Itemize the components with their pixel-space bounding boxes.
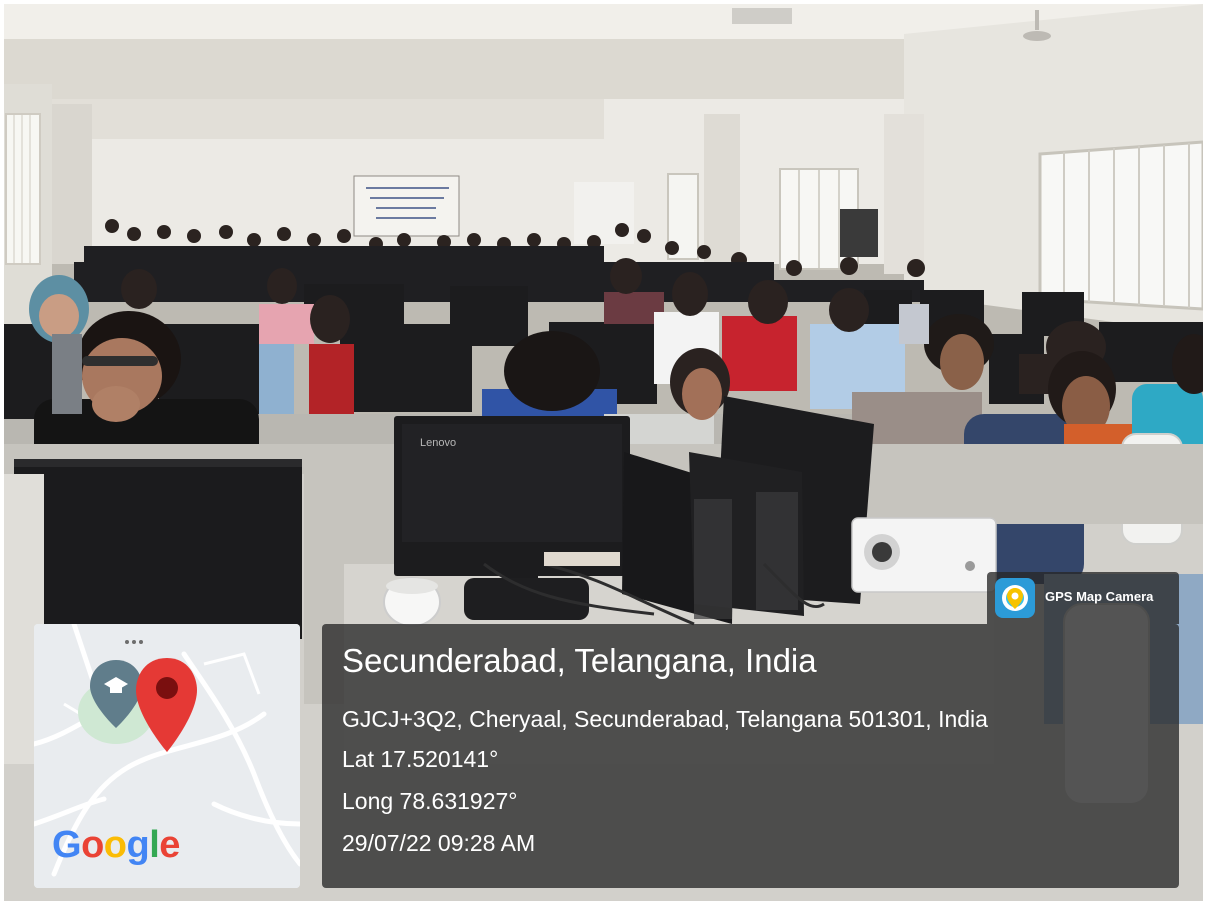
ceiling-projector xyxy=(732,8,792,24)
lenovo-brand-text: Lenovo xyxy=(420,437,456,449)
front-left-monitor xyxy=(14,459,302,639)
pillar-mid xyxy=(704,114,740,264)
wall-speaker xyxy=(840,209,878,257)
longitude-line: Long 78.631927° xyxy=(342,788,518,814)
place-title: Secunderabad, Telangana, India xyxy=(342,642,817,679)
cpu-towers xyxy=(622,452,804,624)
left-window xyxy=(5,113,41,265)
photo-frame: Lenovo Google GPS Map Camera Secunderaba… xyxy=(4,4,1203,901)
location-info-card: Secunderabad, Telangana, India GJCJ+3Q2,… xyxy=(322,624,1179,888)
map-thumbnail[interactable]: Google xyxy=(34,624,300,888)
banner-poster xyxy=(353,175,460,237)
pillar-left xyxy=(52,104,92,264)
datetime-line: 29/07/22 09:28 AM xyxy=(342,830,536,856)
google-logo: Google xyxy=(52,824,180,866)
pillar-right xyxy=(884,114,924,274)
projector xyxy=(851,517,997,593)
tape-roll xyxy=(383,577,441,627)
gps-map-camera-app-icon xyxy=(995,578,1035,618)
latitude-line: Lat 17.520141° xyxy=(342,746,499,772)
address-line: GJCJ+3Q2, Cheryaal, Secunderabad, Telang… xyxy=(342,706,988,732)
keyboard xyxy=(544,552,620,566)
gps-map-camera-label: GPS Map Camera xyxy=(1045,589,1154,604)
more-dots-icon xyxy=(125,640,143,644)
gps-map-camera-badge: GPS Map Camera xyxy=(987,572,1179,624)
